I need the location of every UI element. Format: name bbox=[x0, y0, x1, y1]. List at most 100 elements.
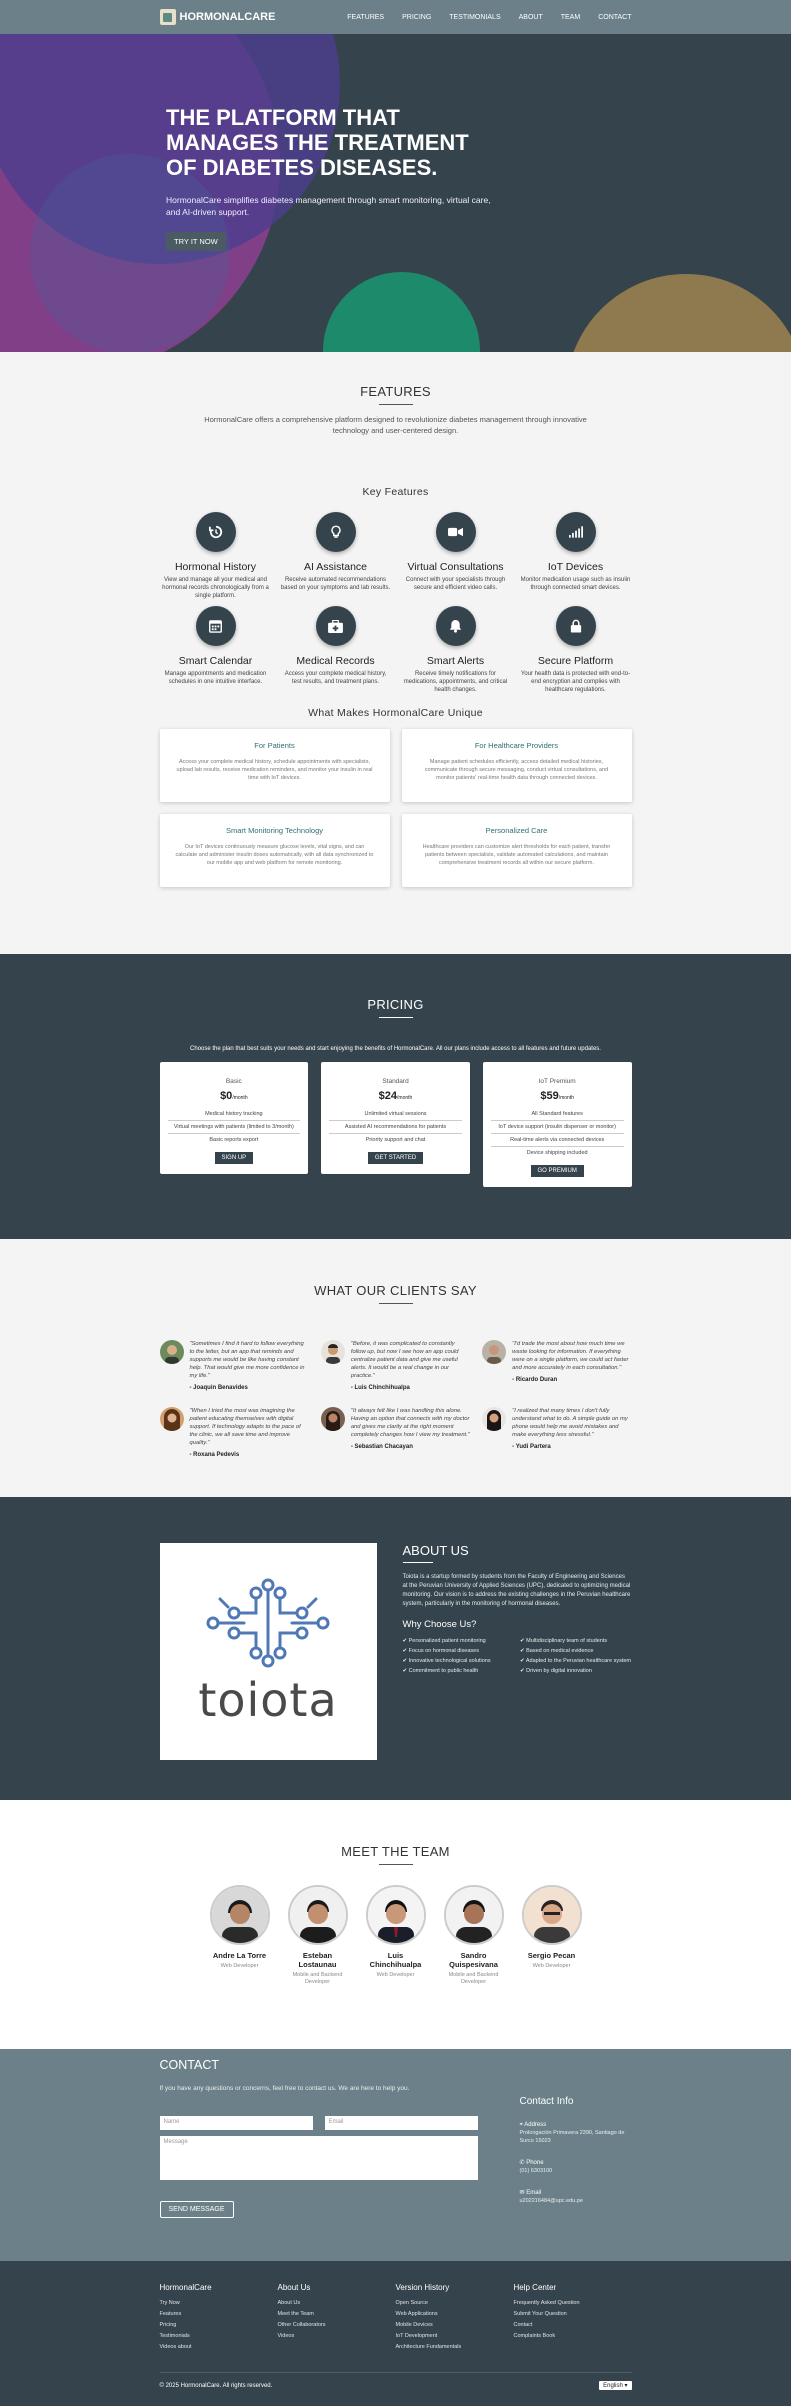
why-item-label: Multidisciplinary team of students bbox=[526, 1638, 608, 1644]
why-item: ✔ Based on medical evidence bbox=[520, 1648, 594, 1654]
contact-title: CONTACT bbox=[159, 2058, 220, 2072]
footer-column: Help Center Frequently Asked Question Su… bbox=[514, 2283, 632, 2353]
footer-link[interactable]: Mobile Devices bbox=[396, 2320, 514, 2331]
footer-link[interactable]: Videos about bbox=[160, 2342, 278, 2353]
plan-price-value: $59 bbox=[540, 1090, 559, 1102]
brand-logo[interactable]: HORMONALCARE bbox=[159, 9, 275, 25]
testimonial-author: - Sebastian Chacayan bbox=[350, 1444, 413, 1450]
about-title: ABOUT US bbox=[402, 1543, 469, 1558]
footer-link[interactable]: Submit Your Question bbox=[514, 2309, 632, 2320]
go-premium-button[interactable]: GO PREMIUM bbox=[530, 1165, 584, 1177]
message-field[interactable]: Message bbox=[159, 2136, 478, 2180]
team-member: Andre La Torre Web Developer bbox=[208, 1885, 272, 1986]
footer-link[interactable]: Testimonials bbox=[160, 2331, 278, 2342]
testimonial-card: "Before, it was complicated to constantl… bbox=[320, 1340, 470, 1391]
footer-link[interactable]: Web Applications bbox=[396, 2309, 514, 2320]
testimonial-card: "It always felt like I was handling this… bbox=[320, 1407, 470, 1458]
hero-decor-circle bbox=[323, 272, 480, 352]
testimonial-card: "I realized that many times I don't full… bbox=[482, 1407, 631, 1458]
nav-contact[interactable]: CONTACT bbox=[598, 14, 631, 21]
phone-icon: ✆ bbox=[519, 2160, 525, 2166]
feature-title: Medical Records bbox=[296, 655, 375, 667]
contact-info-title: Contact Info bbox=[519, 2096, 574, 2107]
unique-card: For Healthcare Providers Manage patient s… bbox=[401, 729, 632, 802]
features-intro: HormonalCare offers a comprehensive plat… bbox=[204, 415, 587, 435]
unique-card-title: For Patients bbox=[254, 741, 295, 750]
footer-link[interactable]: Frequently Asked Question bbox=[514, 2298, 632, 2309]
testimonial-author: - Roxana Pedevis bbox=[189, 1452, 240, 1458]
footer-link[interactable]: Open Source bbox=[396, 2298, 514, 2309]
feature-title: Hormonal History bbox=[174, 561, 257, 573]
top-navbar: HORMONALCARE FEATURES PRICING TESTIMONIA… bbox=[0, 0, 791, 34]
phone-value: (01) 6303100 bbox=[519, 2168, 553, 2174]
feature-title: IoT Devices bbox=[547, 561, 604, 573]
member-photo bbox=[521, 1885, 582, 1945]
title-divider bbox=[378, 1303, 413, 1304]
testimonial-quote: "When I tried the most was imagining the… bbox=[189, 1408, 301, 1446]
avatar bbox=[482, 1340, 507, 1364]
try-now-button[interactable]: TRY IT NOW bbox=[166, 232, 226, 251]
envelope-icon: ✉ bbox=[519, 2190, 525, 2196]
pricing-card-basic: Basic $0/month Medical history tracking … bbox=[159, 1062, 309, 1174]
plan-feature: Assisted AI recommendations for patients bbox=[329, 1121, 462, 1134]
send-message-button[interactable]: SEND MESSAGE bbox=[159, 2201, 234, 2218]
member-photo bbox=[443, 1885, 504, 1945]
plan-price-period: /month bbox=[558, 1095, 574, 1101]
nav-testimonials[interactable]: TESTIMONIALS bbox=[449, 14, 500, 21]
email-value[interactable]: u202216484@upc.edu.pe bbox=[520, 2197, 632, 2205]
feature-card: Smart Alerts Receive timely notification… bbox=[400, 606, 512, 694]
company-logo-image: toiota bbox=[159, 1543, 377, 1760]
testimonials-section: WHAT OUR CLIENTS SAY "Sometimes I find i… bbox=[0, 1239, 791, 1497]
get-started-button[interactable]: GET STARTED bbox=[367, 1152, 424, 1164]
main-nav: FEATURES PRICING TESTIMONIALS ABOUT TEAM… bbox=[347, 14, 631, 21]
footer-link[interactable]: Architecture Fundamentals bbox=[396, 2342, 514, 2353]
contact-phone: ✆ Phone (01) 6303100 bbox=[520, 2159, 632, 2175]
nav-about[interactable]: ABOUT bbox=[519, 14, 543, 21]
footer-link[interactable]: Meet the Team bbox=[278, 2309, 396, 2320]
language-value: English bbox=[603, 2383, 623, 2389]
footer: HormonalCare Try Now Features Pricing Te… bbox=[0, 2261, 791, 2406]
plan-feature: Medical history tracking bbox=[167, 1108, 301, 1121]
plan-price-value: $24 bbox=[378, 1090, 398, 1102]
footer-link[interactable]: About Us bbox=[278, 2298, 396, 2309]
nav-features[interactable]: FEATURES bbox=[347, 14, 384, 21]
footer-link[interactable]: IoT Development bbox=[396, 2331, 514, 2342]
nav-team[interactable]: TEAM bbox=[561, 14, 580, 21]
footer-link[interactable]: Pricing bbox=[160, 2320, 278, 2331]
footer-column: Version History Open Source Web Applicat… bbox=[396, 2283, 514, 2353]
contact-intro: If you have any questions or concerns, f… bbox=[159, 2085, 410, 2092]
map-pin-icon: ⌖ bbox=[519, 2122, 523, 2128]
footer-link[interactable]: Videos bbox=[278, 2331, 396, 2342]
pricing-intro: Choose the plan that best suits your nee… bbox=[190, 1046, 601, 1052]
why-list: ✔ Personalized patient monitoring ✔ Mult… bbox=[403, 1638, 632, 1675]
plan-feature: Device shipping included bbox=[526, 1150, 588, 1156]
footer-link[interactable]: Contact bbox=[514, 2320, 632, 2331]
why-item-label: Commitment to public health bbox=[408, 1668, 479, 1674]
footer-link[interactable]: Features bbox=[160, 2309, 278, 2320]
unique-card-desc: Manage patient schedules efficiently, ac… bbox=[424, 759, 609, 781]
footer-link[interactable]: Complaints Book bbox=[514, 2331, 632, 2342]
pricing-cards: Basic $0/month Medical history tracking … bbox=[159, 1062, 632, 1187]
footer-link[interactable]: Other Collaborators bbox=[278, 2320, 396, 2331]
member-role: Web Developer bbox=[376, 1972, 415, 1978]
feature-title: Smart Alerts bbox=[426, 655, 485, 667]
name-field[interactable]: Name bbox=[159, 2116, 313, 2130]
plan-price: $24/month bbox=[329, 1090, 462, 1102]
nav-pricing[interactable]: PRICING bbox=[402, 14, 431, 21]
language-select[interactable]: English ▾ bbox=[599, 2381, 632, 2390]
lock-icon bbox=[555, 606, 596, 646]
title-divider bbox=[402, 1562, 433, 1563]
plan-name: IoT Premium bbox=[538, 1078, 576, 1085]
why-item-label: Innovative technological solutions bbox=[408, 1658, 491, 1664]
email-field[interactable]: Email bbox=[324, 2116, 478, 2130]
plan-feature: Unlimited virtual sessions bbox=[329, 1108, 462, 1121]
testimonial-author: - Luis Chinchihualpa bbox=[350, 1385, 410, 1391]
why-item: ✔ Focus on hormonal diseases bbox=[402, 1648, 479, 1654]
video-camera-icon bbox=[435, 512, 476, 552]
avatar bbox=[159, 1340, 184, 1364]
footer-link[interactable]: Try Now bbox=[160, 2298, 278, 2309]
sign-up-button[interactable]: SIGN UP bbox=[214, 1152, 254, 1164]
testimonial-card: "I'd trade the most about how much time … bbox=[482, 1340, 631, 1391]
contact-email: ✉ Email u202216484@upc.edu.pe bbox=[520, 2189, 632, 2205]
hero-decor-circle bbox=[566, 274, 791, 352]
